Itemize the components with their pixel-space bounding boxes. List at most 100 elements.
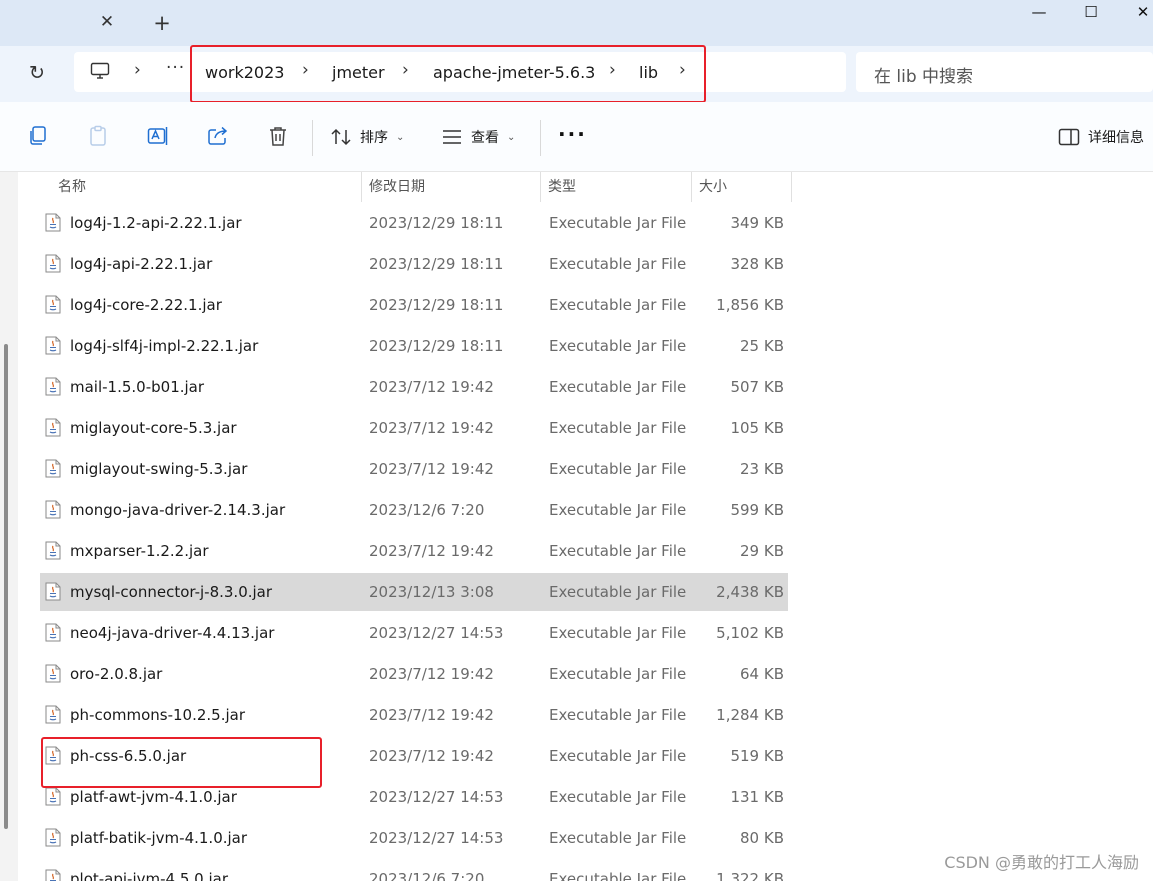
file-row[interactable]: miglayout-swing-5.3.jar 2023/7/12 19:42 … [40, 450, 788, 488]
file-date-modified: 2023/7/12 19:42 [369, 706, 494, 724]
file-row[interactable]: log4j-1.2-api-2.22.1.jar 2023/12/29 18:1… [40, 204, 788, 242]
view-button[interactable]: 查看 ⌄ [441, 124, 515, 150]
file-date-modified: 2023/12/27 14:53 [369, 788, 504, 806]
jar-file-icon [45, 869, 61, 881]
search-input[interactable]: 在 lib 中搜索 [856, 52, 1153, 92]
share-icon[interactable] [206, 124, 230, 148]
file-size: 29 KB [740, 542, 784, 560]
file-size: 349 KB [730, 214, 784, 232]
file-row[interactable]: oro-2.0.8.jar 2023/7/12 19:42 Executable… [40, 655, 788, 693]
file-date-modified: 2023/12/29 18:11 [369, 337, 504, 355]
file-date-modified: 2023/7/12 19:42 [369, 378, 494, 396]
paste-icon[interactable] [86, 124, 110, 148]
file-date-modified: 2023/7/12 19:42 [369, 460, 494, 478]
file-name: log4j-slf4j-impl-2.22.1.jar [70, 337, 259, 355]
jar-file-icon [45, 459, 61, 478]
file-list: ^ 名称 修改日期 类型 大小 log4j-1.2-api-2.22.1.jar… [18, 172, 1153, 881]
file-size: 23 KB [740, 460, 784, 478]
file-size: 328 KB [730, 255, 784, 273]
new-tab-icon[interactable]: + [150, 11, 174, 35]
tab-current[interactable]: ✕ [0, 0, 140, 46]
file-row[interactable]: platf-batik-jvm-4.1.0.jar 2023/12/27 14:… [40, 819, 788, 857]
file-row[interactable]: neo4j-java-driver-4.4.13.jar 2023/12/27 … [40, 614, 788, 652]
file-row[interactable]: ph-commons-10.2.5.jar 2023/7/12 19:42 Ex… [40, 696, 788, 734]
maximize-button[interactable]: ☐ [1068, 0, 1114, 26]
file-row[interactable]: log4j-slf4j-impl-2.22.1.jar 2023/12/29 1… [40, 327, 788, 365]
file-type: Executable Jar File [549, 870, 687, 881]
jar-file-icon [45, 500, 61, 519]
file-name: mxparser-1.2.2.jar [70, 542, 209, 560]
file-date-modified: 2023/12/29 18:11 [369, 296, 504, 314]
file-row[interactable]: mongo-java-driver-2.14.3.jar 2023/12/6 7… [40, 491, 788, 529]
file-name: ph-commons-10.2.5.jar [70, 706, 246, 724]
jar-file-icon [45, 213, 61, 232]
column-header-size[interactable]: 大小 [691, 172, 791, 202]
jar-file-icon [45, 664, 61, 683]
close-window-button[interactable]: ✕ [1120, 0, 1153, 26]
delete-icon[interactable] [266, 124, 290, 148]
toolbar-divider [312, 120, 313, 156]
address-highlight-box [190, 45, 706, 103]
file-type: Executable Jar File [549, 501, 687, 519]
selected-file-highlight-box [41, 737, 322, 788]
file-name: neo4j-java-driver-4.4.13.jar [70, 624, 275, 642]
file-date-modified: 2023/12/27 14:53 [369, 829, 504, 847]
minimize-button[interactable]: — [1016, 0, 1062, 26]
file-row[interactable]: plot-api-jvm-4.5.0.jar 2023/12/6 7:20 Ex… [40, 860, 788, 881]
file-name: plot-api-jvm-4.5.0.jar [70, 870, 228, 881]
file-type: Executable Jar File [549, 624, 687, 642]
chevron-right-icon[interactable]: › [134, 60, 141, 80]
close-tab-icon[interactable]: ✕ [96, 11, 118, 33]
file-name: platf-awt-jvm-4.1.0.jar [70, 788, 237, 806]
details-pane-button[interactable]: 详细信息 [1058, 124, 1144, 150]
more-options-icon[interactable]: ··· [558, 122, 587, 146]
refresh-icon[interactable]: ↻ [26, 62, 48, 84]
file-name: log4j-1.2-api-2.22.1.jar [70, 214, 242, 232]
file-size: 1,856 KB [716, 296, 784, 314]
details-pane-icon [1058, 128, 1080, 146]
file-name: mail-1.5.0-b01.jar [70, 378, 205, 396]
file-row[interactable]: log4j-core-2.22.1.jar 2023/12/29 18:11 E… [40, 286, 788, 324]
search-placeholder: 在 lib 中搜索 [874, 67, 974, 87]
file-name: platf-batik-jvm-4.1.0.jar [70, 829, 248, 847]
sort-button[interactable]: 排序 ⌄ [330, 124, 404, 150]
file-type: Executable Jar File [549, 419, 687, 437]
jar-file-icon [45, 705, 61, 724]
file-row[interactable]: mxparser-1.2.2.jar 2023/7/12 19:42 Execu… [40, 532, 788, 570]
file-row[interactable]: miglayout-core-5.3.jar 2023/7/12 19:42 E… [40, 409, 788, 447]
column-header-name[interactable]: 名称 [50, 172, 361, 202]
file-size: 599 KB [730, 501, 784, 519]
details-label: 详细信息 [1088, 130, 1144, 146]
file-date-modified: 2023/12/6 7:20 [369, 870, 485, 881]
file-row[interactable]: log4j-api-2.22.1.jar 2023/12/29 18:11 Ex… [40, 245, 788, 283]
file-date-modified: 2023/12/6 7:20 [369, 501, 485, 519]
file-type: Executable Jar File [549, 829, 687, 847]
navigation-pane-edge [0, 172, 18, 881]
jar-file-icon [45, 828, 61, 847]
scrollbar-thumb[interactable] [4, 344, 8, 829]
file-name: mysql-connector-j-8.3.0.jar [70, 583, 273, 601]
file-size: 5,102 KB [716, 624, 784, 642]
file-date-modified: 2023/7/12 19:42 [369, 419, 494, 437]
command-bar: 排序 ⌄ 查看 ⌄ ··· 详细信息 [0, 102, 1153, 172]
file-type: Executable Jar File [549, 583, 687, 601]
file-name: log4j-api-2.22.1.jar [70, 255, 213, 273]
column-header-type[interactable]: 类型 [540, 172, 691, 202]
file-row[interactable]: mysql-connector-j-8.3.0.jar 2023/12/13 3… [40, 573, 788, 611]
rename-icon[interactable] [146, 124, 170, 148]
file-name: miglayout-core-5.3.jar [70, 419, 237, 437]
breadcrumb-more-icon[interactable]: ··· [166, 58, 185, 78]
file-name: miglayout-swing-5.3.jar [70, 460, 248, 478]
column-divider[interactable] [791, 172, 792, 202]
file-type: Executable Jar File [549, 378, 687, 396]
title-bar: ✕ + — ☐ ✕ [0, 0, 1153, 46]
file-name: oro-2.0.8.jar [70, 665, 163, 683]
file-size: 64 KB [740, 665, 784, 683]
file-size: 1,322 KB [716, 870, 784, 881]
this-pc-icon[interactable] [90, 62, 110, 80]
file-date-modified: 2023/7/12 19:42 [369, 665, 494, 683]
column-header-date[interactable]: 修改日期 [361, 172, 540, 202]
file-type: Executable Jar File [549, 337, 687, 355]
file-row[interactable]: mail-1.5.0-b01.jar 2023/7/12 19:42 Execu… [40, 368, 788, 406]
copy-icon[interactable] [26, 124, 50, 148]
